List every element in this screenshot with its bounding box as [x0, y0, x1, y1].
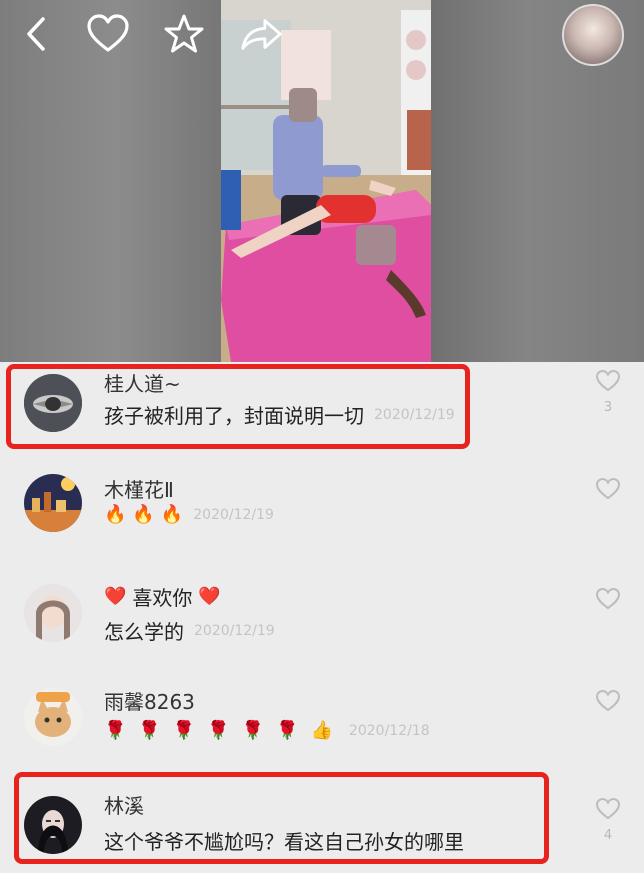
red-heart-icon: ❤️: [198, 585, 221, 607]
heart-outline-icon: [595, 477, 621, 500]
comment-date: 2020/12/19: [193, 507, 274, 523]
comment-like-button[interactable]: [592, 366, 624, 396]
rose-icon: 🌹: [104, 720, 127, 741]
comment-date: 2020/12/19: [194, 622, 275, 639]
rose-icon: 🌹: [241, 720, 265, 741]
comment-like-count: 4: [603, 828, 613, 843]
avatar[interactable]: [24, 374, 82, 432]
comment-body: 🔥 🔥 🔥 2020/12/19: [104, 506, 274, 524]
comment-item: 林溪 这个爷爷不尴尬吗？看这自己孙女的哪里 4: [0, 782, 644, 873]
comment-body: 这个爷爷不尴尬吗？看这自己孙女的哪里: [104, 826, 464, 855]
favorite-button[interactable]: [162, 12, 206, 56]
car-logo-icon: [24, 374, 82, 432]
thumbs-up-icon: 👍: [310, 720, 333, 741]
comment-like-button[interactable]: [592, 794, 624, 824]
comment-like-button[interactable]: [592, 584, 624, 614]
video-player[interactable]: [0, 0, 644, 362]
comment-date: 2020/12/18: [348, 723, 430, 739]
girl-portrait-icon: [24, 584, 82, 642]
comment-username[interactable]: 林溪: [104, 790, 144, 819]
comment-item: 木槿花Ⅱ 🔥 🔥 🔥 2020/12/19: [0, 462, 644, 570]
comment-body: 怎么学的 2020/12/19: [104, 616, 275, 645]
rose-icon: 🌹: [172, 720, 196, 741]
fire-icon: 🔥: [104, 504, 127, 525]
comment-username[interactable]: 雨馨8263: [104, 686, 195, 715]
rose-icon: 🌹: [138, 720, 161, 741]
heart-outline-icon: [595, 797, 621, 820]
rose-icon: 🌹: [207, 720, 230, 741]
city-night-icon: [24, 474, 82, 532]
comment-like-button[interactable]: [592, 686, 624, 716]
avatar[interactable]: [24, 584, 82, 642]
heart-outline-icon: [595, 369, 621, 392]
avatar[interactable]: [24, 474, 82, 532]
woman-portrait-icon: [24, 796, 82, 854]
red-heart-icon: ❤️: [104, 585, 127, 607]
heart-icon: [87, 14, 129, 52]
rose-icon: 🌹: [276, 720, 299, 741]
comment-username[interactable]: 木槿花Ⅱ: [104, 474, 174, 503]
comment-username-row[interactable]: ❤️ 喜欢你 ❤️: [104, 582, 221, 611]
comment-username[interactable]: 桂人道~: [104, 368, 181, 397]
comment-username: 喜欢你: [132, 586, 193, 610]
share-icon: [241, 19, 282, 50]
fire-icon: 🔥: [160, 504, 184, 525]
avatar[interactable]: [24, 796, 82, 854]
like-button[interactable]: [86, 12, 130, 56]
comment-body: 孩子被利用了，封面说明一切 2020/12/19: [104, 400, 455, 429]
back-button[interactable]: [14, 12, 58, 56]
star-icon: [164, 14, 204, 53]
comment-like-button[interactable]: [592, 474, 624, 504]
comment-list: 桂人道~ 孩子被利用了，封面说明一切 2020/12/19 3 木槿花Ⅱ 🔥 🔥…: [0, 362, 644, 873]
comment-body: 🌹 🌹 🌹 🌹 🌹 🌹 👍 2020/12/18: [104, 722, 430, 740]
comment-like-count: 3: [603, 400, 613, 415]
share-button[interactable]: [240, 12, 284, 56]
comment-text: 孩子被利用了，封面说明一切: [104, 404, 364, 428]
comment-item: 桂人道~ 孩子被利用了，封面说明一切 2020/12/19 3: [0, 362, 644, 462]
comment-text: 这个爷爷不尴尬吗？看这自己孙女的哪里: [104, 830, 464, 854]
fire-icon: 🔥: [132, 504, 155, 525]
avatar[interactable]: [24, 688, 82, 746]
comment-item: 雨馨8263 🌹 🌹 🌹 🌹 🌹 🌹 👍 2020/12/18: [0, 676, 644, 782]
comment-text: 怎么学的: [104, 620, 184, 644]
back-icon: [27, 17, 45, 51]
comment-date: 2020/12/19: [374, 406, 455, 423]
heart-outline-icon: [595, 689, 621, 712]
comment-item: ❤️ 喜欢你 ❤️ 怎么学的 2020/12/19: [0, 570, 644, 676]
cat-icon: [24, 688, 82, 746]
heart-outline-icon: [595, 587, 621, 610]
author-avatar[interactable]: [562, 4, 624, 66]
